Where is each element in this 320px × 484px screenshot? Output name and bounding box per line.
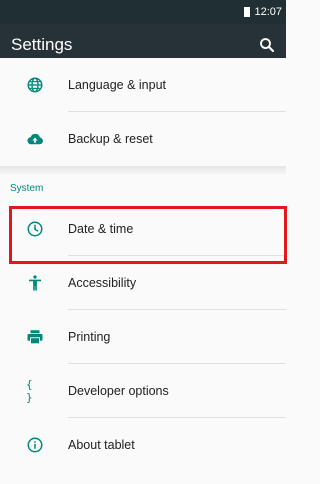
settings-item-label: Developer options <box>68 384 169 398</box>
settings-item-language[interactable]: Language & input <box>0 58 286 112</box>
search-icon[interactable] <box>258 36 276 54</box>
settings-item-label: Language & input <box>68 78 167 92</box>
accessibility-icon <box>26 274 44 292</box>
printer-icon <box>26 328 44 346</box>
status-bar: 12:07 <box>0 0 286 24</box>
cloud-upload-icon <box>26 130 44 148</box>
settings-item-label: About tablet <box>68 438 135 452</box>
clock-icon <box>26 220 44 238</box>
info-icon <box>26 436 44 454</box>
settings-item-accessibility[interactable]: Accessibility <box>0 256 286 310</box>
settings-item-label: Backup & reset <box>68 132 153 146</box>
page-title: Settings <box>11 35 73 54</box>
section-header-system: System <box>10 182 44 194</box>
settings-item-label: Printing <box>68 330 111 344</box>
battery-icon <box>244 7 251 17</box>
status-time: 12:07 <box>254 6 282 18</box>
settings-item-label: Accessibility <box>68 276 137 290</box>
settings-item-date-time[interactable]: Date & time <box>0 202 286 256</box>
settings-item-label: Date & time <box>68 222 134 236</box>
settings-item-backup[interactable]: Backup & reset <box>0 112 286 166</box>
braces-icon: { } <box>26 378 33 404</box>
settings-item-printing[interactable]: Printing <box>0 310 286 364</box>
section-separator <box>0 166 286 174</box>
settings-item-about[interactable]: About tablet <box>0 418 286 472</box>
globe-icon <box>26 76 44 94</box>
settings-list: Language & input Backup & reset System D… <box>0 58 286 472</box>
settings-item-developer[interactable]: { } Developer options <box>0 364 286 418</box>
